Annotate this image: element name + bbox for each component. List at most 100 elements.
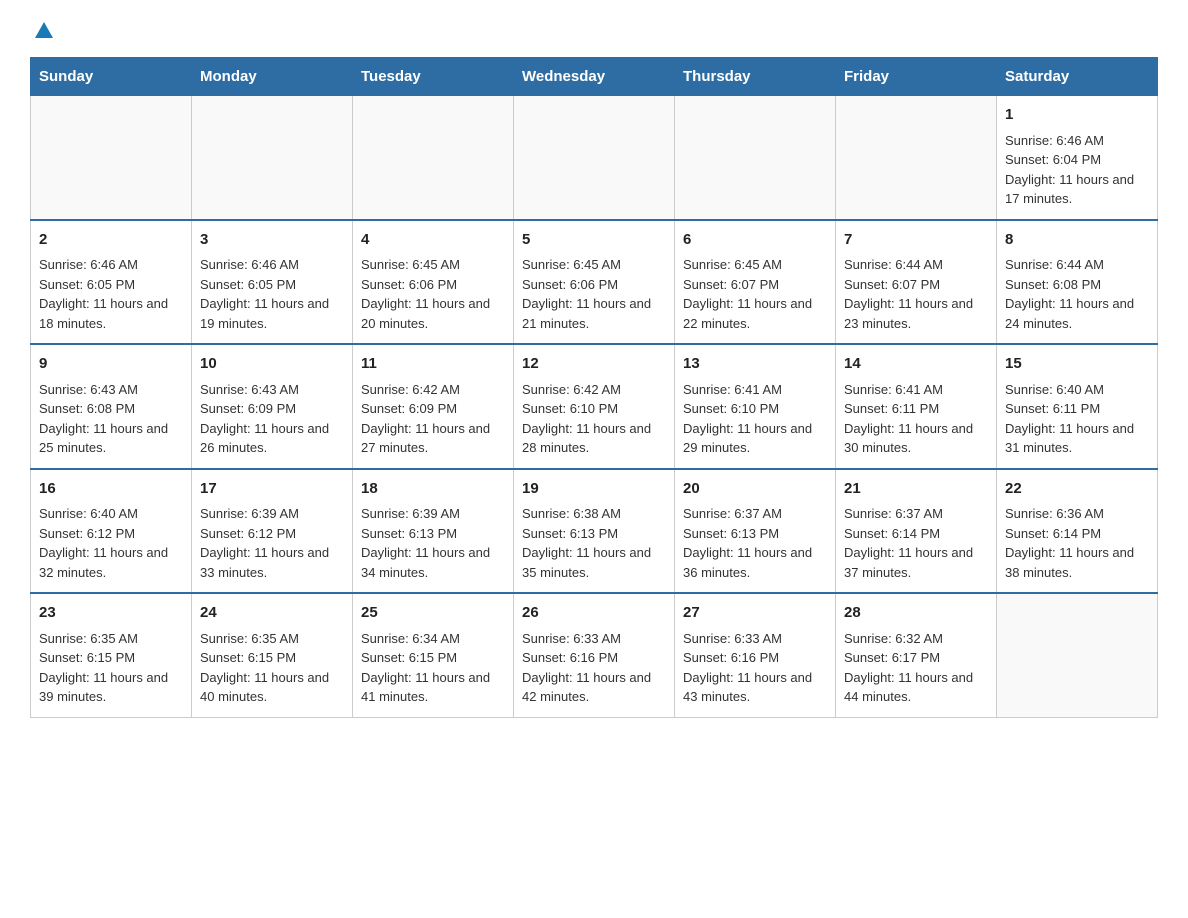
day-info: Sunrise: 6:41 AM (844, 380, 988, 400)
day-number: 4 (361, 229, 505, 252)
header-thursday: Thursday (675, 58, 836, 96)
day-info: Daylight: 11 hours and 22 minutes. (683, 294, 827, 333)
day-info: Sunrise: 6:35 AM (200, 629, 344, 649)
day-info: Sunrise: 6:46 AM (1005, 131, 1149, 151)
day-info: Sunset: 6:10 PM (522, 399, 666, 419)
logo-flag-icon (33, 20, 55, 47)
day-info: Sunset: 6:07 PM (844, 275, 988, 295)
header-tuesday: Tuesday (353, 58, 514, 96)
day-info: Sunrise: 6:37 AM (683, 504, 827, 524)
day-number: 9 (39, 353, 183, 376)
day-info: Daylight: 11 hours and 26 minutes. (200, 419, 344, 458)
day-number: 8 (1005, 229, 1149, 252)
day-info: Sunrise: 6:37 AM (844, 504, 988, 524)
day-info: Daylight: 11 hours and 39 minutes. (39, 668, 183, 707)
day-number: 27 (683, 602, 827, 625)
day-info: Sunset: 6:07 PM (683, 275, 827, 295)
day-info: Sunset: 6:13 PM (361, 524, 505, 544)
day-info: Daylight: 11 hours and 41 minutes. (361, 668, 505, 707)
day-number: 10 (200, 353, 344, 376)
day-number: 19 (522, 478, 666, 501)
calendar-week-row: 16Sunrise: 6:40 AMSunset: 6:12 PMDayligh… (31, 469, 1158, 594)
header-saturday: Saturday (997, 58, 1158, 96)
calendar-table: SundayMondayTuesdayWednesdayThursdayFrid… (30, 57, 1158, 718)
day-info: Sunrise: 6:41 AM (683, 380, 827, 400)
calendar-day: 17Sunrise: 6:39 AMSunset: 6:12 PMDayligh… (192, 469, 353, 594)
header-sunday: Sunday (31, 58, 192, 96)
calendar-day: 3Sunrise: 6:46 AMSunset: 6:05 PMDaylight… (192, 220, 353, 345)
day-info: Daylight: 11 hours and 31 minutes. (1005, 419, 1149, 458)
day-info: Daylight: 11 hours and 38 minutes. (1005, 543, 1149, 582)
day-info: Daylight: 11 hours and 35 minutes. (522, 543, 666, 582)
calendar-day: 8Sunrise: 6:44 AMSunset: 6:08 PMDaylight… (997, 220, 1158, 345)
day-number: 6 (683, 229, 827, 252)
calendar-day: 26Sunrise: 6:33 AMSunset: 6:16 PMDayligh… (514, 593, 675, 717)
day-info: Sunset: 6:15 PM (200, 648, 344, 668)
day-info: Sunset: 6:15 PM (39, 648, 183, 668)
day-info: Sunrise: 6:43 AM (39, 380, 183, 400)
day-number: 20 (683, 478, 827, 501)
day-info: Daylight: 11 hours and 27 minutes. (361, 419, 505, 458)
day-info: Daylight: 11 hours and 33 minutes. (200, 543, 344, 582)
day-info: Sunset: 6:10 PM (683, 399, 827, 419)
day-number: 18 (361, 478, 505, 501)
day-info: Daylight: 11 hours and 23 minutes. (844, 294, 988, 333)
calendar-day (997, 593, 1158, 717)
calendar-day: 2Sunrise: 6:46 AMSunset: 6:05 PMDaylight… (31, 220, 192, 345)
day-info: Sunrise: 6:44 AM (1005, 255, 1149, 275)
day-info: Sunrise: 6:33 AM (683, 629, 827, 649)
calendar-day: 16Sunrise: 6:40 AMSunset: 6:12 PMDayligh… (31, 469, 192, 594)
day-number: 25 (361, 602, 505, 625)
day-info: Daylight: 11 hours and 29 minutes. (683, 419, 827, 458)
calendar-day: 1Sunrise: 6:46 AMSunset: 6:04 PMDaylight… (997, 96, 1158, 220)
day-info: Sunset: 6:13 PM (683, 524, 827, 544)
day-number: 12 (522, 353, 666, 376)
day-number: 3 (200, 229, 344, 252)
calendar-day: 6Sunrise: 6:45 AMSunset: 6:07 PMDaylight… (675, 220, 836, 345)
calendar-day: 25Sunrise: 6:34 AMSunset: 6:15 PMDayligh… (353, 593, 514, 717)
day-info: Daylight: 11 hours and 19 minutes. (200, 294, 344, 333)
day-info: Daylight: 11 hours and 36 minutes. (683, 543, 827, 582)
day-info: Sunset: 6:13 PM (522, 524, 666, 544)
calendar-day: 4Sunrise: 6:45 AMSunset: 6:06 PMDaylight… (353, 220, 514, 345)
calendar-day (353, 96, 514, 220)
day-info: Sunrise: 6:45 AM (522, 255, 666, 275)
day-number: 14 (844, 353, 988, 376)
day-info: Sunrise: 6:42 AM (361, 380, 505, 400)
day-info: Sunrise: 6:33 AM (522, 629, 666, 649)
day-number: 22 (1005, 478, 1149, 501)
day-info: Daylight: 11 hours and 42 minutes. (522, 668, 666, 707)
calendar-day: 13 Sunrise: 6:41 AMSunset: 6:10 PMDayligh… (675, 344, 836, 469)
day-info: Daylight: 11 hours and 20 minutes. (361, 294, 505, 333)
day-info: Sunset: 6:06 PM (522, 275, 666, 295)
day-info: Sunset: 6:06 PM (361, 275, 505, 295)
day-number: 7 (844, 229, 988, 252)
day-info: Sunset: 6:09 PM (200, 399, 344, 419)
day-info: Sunrise: 6:39 AM (200, 504, 344, 524)
calendar-day (836, 96, 997, 220)
calendar-week-row: 23Sunrise: 6:35 AMSunset: 6:15 PMDayligh… (31, 593, 1158, 717)
header-wednesday: Wednesday (514, 58, 675, 96)
calendar-day: 27Sunrise: 6:33 AMSunset: 6:16 PMDayligh… (675, 593, 836, 717)
calendar-day: 20 Sunrise: 6:37 AMSunset: 6:13 PMDayligh… (675, 469, 836, 594)
day-info: Daylight: 11 hours and 32 minutes. (39, 543, 183, 582)
day-info: Daylight: 11 hours and 37 minutes. (844, 543, 988, 582)
day-info: Sunrise: 6:34 AM (361, 629, 505, 649)
logo (30, 20, 55, 47)
day-info: Daylight: 11 hours and 40 minutes. (200, 668, 344, 707)
calendar-day: 9Sunrise: 6:43 AMSunset: 6:08 PMDaylight… (31, 344, 192, 469)
day-number: 5 (522, 229, 666, 252)
day-info: Sunrise: 6:32 AM (844, 629, 988, 649)
day-info: Sunset: 6:08 PM (39, 399, 183, 419)
day-info: Daylight: 11 hours and 44 minutes. (844, 668, 988, 707)
day-number: 17 (200, 478, 344, 501)
day-info: Sunrise: 6:40 AM (39, 504, 183, 524)
calendar-day: 24 Sunrise: 6:35 AMSunset: 6:15 PMDayligh… (192, 593, 353, 717)
calendar-day: 11Sunrise: 6:42 AMSunset: 6:09 PMDayligh… (353, 344, 514, 469)
day-info: Sunrise: 6:40 AM (1005, 380, 1149, 400)
calendar-day: 12Sunrise: 6:42 AMSunset: 6:10 PMDayligh… (514, 344, 675, 469)
day-info: Daylight: 11 hours and 24 minutes. (1005, 294, 1149, 333)
day-number: 13 (683, 353, 827, 376)
day-info: Sunset: 6:11 PM (844, 399, 988, 419)
day-number: 24 (200, 602, 344, 625)
